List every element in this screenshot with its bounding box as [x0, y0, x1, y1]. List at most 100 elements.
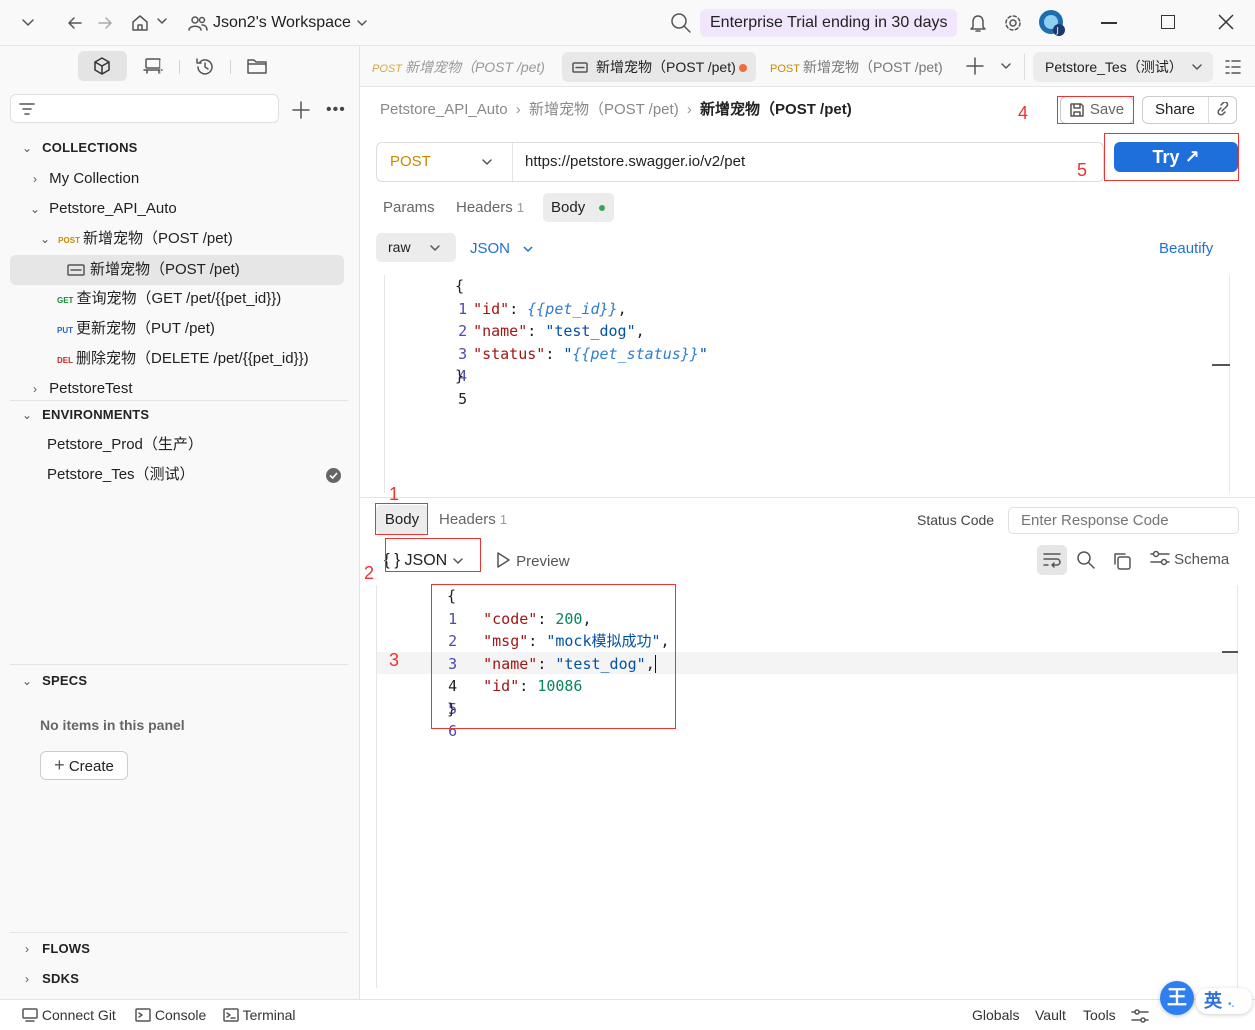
chevron-down-icon[interactable]	[20, 14, 36, 30]
ime-wang-icon[interactable]: 王	[1160, 981, 1194, 1015]
bell-icon[interactable]	[968, 13, 988, 33]
sidebar-item-example[interactable]: 新增宠物（POST /pet)	[10, 255, 344, 285]
specs-header[interactable]: ⌄ SPECS	[0, 666, 360, 696]
tab-post[interactable]: POST 新增宠物（POST /pet)	[760, 52, 950, 82]
flows-header[interactable]: › FLOWS	[0, 934, 360, 964]
url-bar: POST https://petstore.swagger.io/v2/pet	[376, 142, 1104, 182]
globals-button[interactable]: Globals	[972, 1007, 1019, 1023]
new-tab-icon[interactable]	[966, 57, 984, 75]
line-numbers: 1 2 3 4 5 6	[448, 609, 458, 741]
url-input[interactable]: https://petstore.swagger.io/v2/pet	[525, 153, 745, 170]
sliders-icon	[1150, 549, 1170, 567]
gear-icon[interactable]	[1003, 13, 1023, 33]
workspace-switcher[interactable]: Json2's Workspace	[188, 12, 369, 34]
filter-icon	[19, 103, 35, 115]
console-button[interactable]: Console	[135, 1007, 206, 1023]
sidebar-item-post-folder[interactable]: ⌄ POST 新增宠物（POST /pet)	[0, 224, 360, 254]
preview-button[interactable]: Preview	[494, 551, 570, 570]
collections-header[interactable]: ⌄ COLLECTIONS	[0, 133, 360, 163]
annotation-label-3: 3	[389, 650, 400, 670]
environment-selector[interactable]: Petstore_Tes（测试）	[1033, 52, 1213, 82]
sidebar: ••• ⌄ COLLECTIONS › My Collection ⌄ Pets…	[0, 46, 360, 999]
environment-quick-look-icon[interactable]	[1224, 58, 1242, 76]
chevron-down-icon: ⌄	[40, 232, 51, 246]
unsaved-dot	[739, 64, 747, 72]
chevron-down-icon: ⌄	[30, 202, 41, 216]
chevron-down-icon	[481, 156, 493, 168]
tab-example-active[interactable]: 新增宠物（POST /pet)	[562, 52, 756, 82]
environment-item-prod[interactable]: Petstore_Prod（生产）	[0, 430, 360, 460]
chevron-down-icon[interactable]	[1000, 60, 1012, 72]
environments-header[interactable]: ⌄ ENVIRONMENTS	[0, 400, 360, 430]
chevron-down-icon	[429, 242, 441, 254]
breadcrumb: Petstore_API_Auto › 新增宠物（POST /pet) › 新增…	[380, 100, 852, 120]
home-icon[interactable]	[130, 13, 150, 33]
tab-post-preview[interactable]: POST 新增宠物（POST /pet)	[362, 52, 548, 82]
check-circle-icon	[326, 468, 341, 483]
tools-button[interactable]: Tools	[1083, 1007, 1116, 1023]
sidebar-item-put[interactable]: PUT 更新宠物（PUT /pet)	[0, 314, 360, 344]
example-icon	[67, 264, 85, 276]
breadcrumb-parent[interactable]: 新增宠物（POST /pet)	[529, 101, 679, 118]
close-icon[interactable]	[1217, 13, 1235, 31]
response-tab-headers[interactable]: Headers 1	[439, 511, 507, 528]
annotation-box-2	[385, 538, 481, 572]
request-body-editor[interactable]: 1 2 3 4 5 { "id": {{pet_id}}, "name": "t…	[384, 275, 1230, 493]
terminal-button[interactable]: Terminal	[223, 1007, 296, 1023]
collections-view-button[interactable]	[78, 51, 127, 81]
wrap-lines-button[interactable]	[1037, 545, 1067, 575]
chevron-right-icon: ›	[25, 942, 29, 956]
tab-headers[interactable]: Headers 1	[456, 199, 524, 216]
annotation-label-2: 2	[364, 563, 375, 583]
sidebar-item-get[interactable]: GET 查询宠物（GET /pet/{{pet_id}})	[0, 284, 360, 314]
history-icon[interactable]	[194, 56, 216, 78]
schema-button[interactable]: Schema	[1150, 549, 1229, 568]
scroll-marker	[1212, 364, 1230, 366]
body-mode-select[interactable]: raw	[376, 233, 456, 262]
sidebar-item-delete[interactable]: DEL 删除宠物（DELETE /pet/{{pet_id}})	[0, 344, 360, 374]
more-icon[interactable]: •••	[326, 102, 346, 118]
sidebar-item-my-collection[interactable]: › My Collection	[0, 164, 360, 194]
tab-body[interactable]: Body	[543, 193, 614, 222]
plus-icon: +	[54, 755, 65, 775]
minimize-icon[interactable]	[1101, 22, 1117, 24]
link-icon	[1215, 102, 1231, 118]
tab-params[interactable]: Params	[383, 199, 435, 216]
page-title: 新增宠物（POST /pet)	[700, 101, 852, 118]
body-format-select[interactable]: JSON	[470, 240, 534, 257]
filter-input[interactable]	[10, 94, 279, 123]
annotation-label-1: 1	[389, 484, 400, 504]
svg-text:J: J	[1056, 26, 1059, 35]
add-icon[interactable]	[292, 101, 310, 119]
chevron-down-icon[interactable]	[156, 15, 168, 27]
search-icon[interactable]	[670, 12, 692, 34]
annotation-box-5	[1104, 133, 1239, 181]
share-button[interactable]: Share	[1142, 96, 1237, 124]
sdks-header[interactable]: › SDKS	[0, 964, 360, 994]
environment-item-test[interactable]: Petstore_Tes（测试）	[0, 460, 360, 490]
trial-banner[interactable]: Enterprise Trial ending in 30 days	[700, 9, 958, 37]
back-arrow-icon[interactable]	[66, 14, 84, 32]
method-select[interactable]: POST	[377, 143, 513, 181]
settings-sliders-icon[interactable]	[1131, 1008, 1149, 1024]
connect-git-button[interactable]: Connect Git	[22, 1007, 116, 1023]
breadcrumb-collection[interactable]: Petstore_API_Auto	[380, 101, 508, 118]
scroll-marker	[1222, 651, 1238, 653]
workspace-name: Json2's Workspace	[213, 14, 351, 31]
line-numbers: 1 2 3 4 5	[458, 299, 468, 408]
avatar[interactable]: J	[1038, 9, 1066, 37]
chevron-right-icon: ›	[515, 101, 521, 118]
forward-arrow-icon[interactable]	[96, 14, 114, 32]
status-code-label: Status Code	[917, 512, 995, 528]
status-code-input[interactable]	[1008, 507, 1239, 534]
copy-icon[interactable]	[1112, 551, 1132, 571]
sidebar-item-petstore-api-auto[interactable]: ⌄ Petstore_API_Auto	[0, 194, 360, 224]
create-button[interactable]: + Create	[40, 751, 128, 780]
folder-icon[interactable]	[246, 57, 268, 75]
maximize-icon[interactable]	[1161, 15, 1175, 29]
beautify-button[interactable]: Beautify	[1159, 240, 1213, 257]
users-icon	[188, 14, 208, 32]
vault-button[interactable]: Vault	[1035, 1007, 1066, 1023]
search-icon[interactable]	[1076, 550, 1096, 570]
ime-language-toggle[interactable]: 英 •.	[1196, 988, 1252, 1014]
